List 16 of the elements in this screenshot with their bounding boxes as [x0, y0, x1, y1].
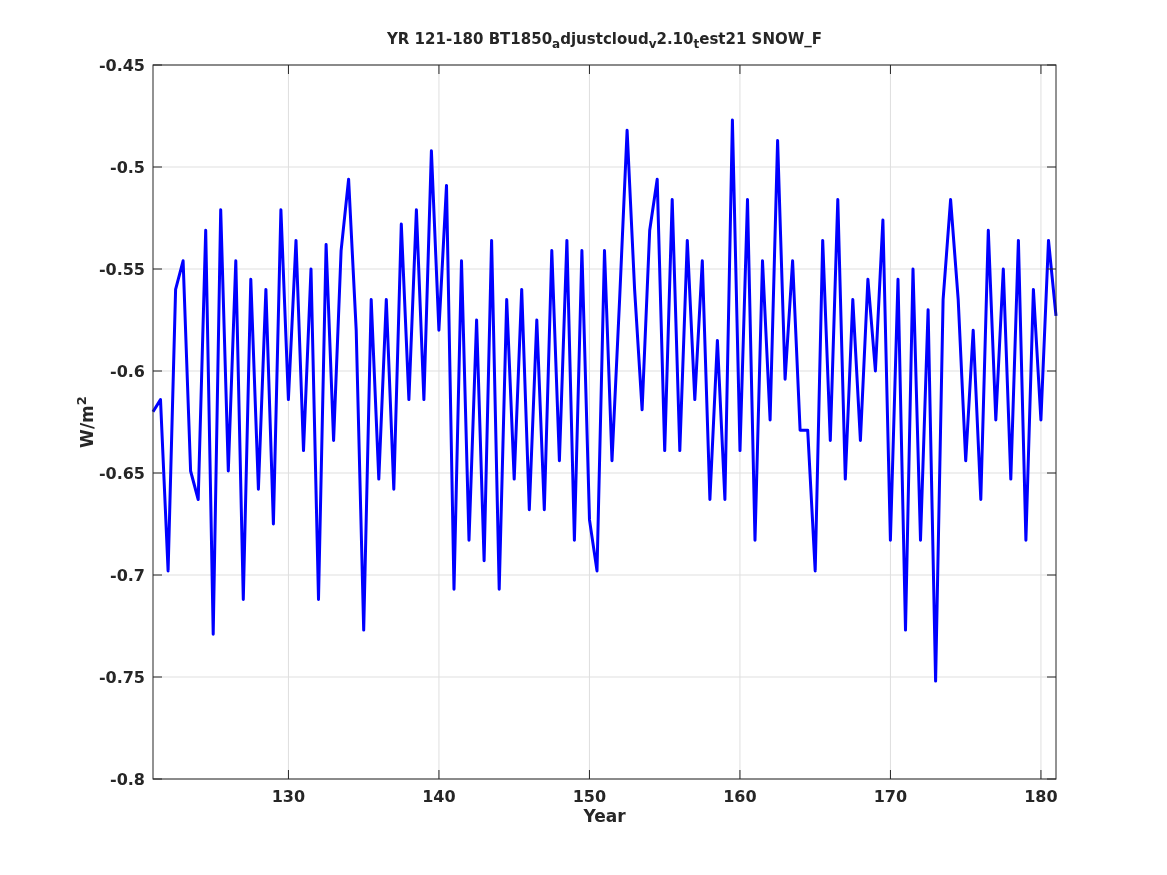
x-tick-label: 160: [723, 787, 757, 806]
chart-title: YR 121-180 BT1850$_{a}$djustcloud$_{v}$2.10$_{t}$est21 SNOW_F: [386, 30, 823, 51]
x-tick-label: 150: [572, 787, 607, 806]
y-tick-label: -0.5: [110, 158, 145, 177]
y-tick-label: -0.45: [98, 56, 145, 75]
x-tick-label: 140: [422, 787, 456, 806]
x-tick-label: 180: [1024, 787, 1058, 806]
y-tick-label: -0.65: [98, 464, 145, 483]
y-tick-label: -0.55: [98, 260, 145, 279]
x-axis-label: Year: [583, 806, 626, 826]
x-tick-label: 130: [271, 787, 306, 806]
x-tick-label: 170: [873, 787, 908, 806]
y-tick-label: -0.6: [110, 362, 145, 381]
y-tick-label: -0.8: [110, 770, 145, 789]
y-tick-label: -0.75: [98, 668, 145, 687]
y-tick-label: -0.7: [110, 566, 145, 585]
